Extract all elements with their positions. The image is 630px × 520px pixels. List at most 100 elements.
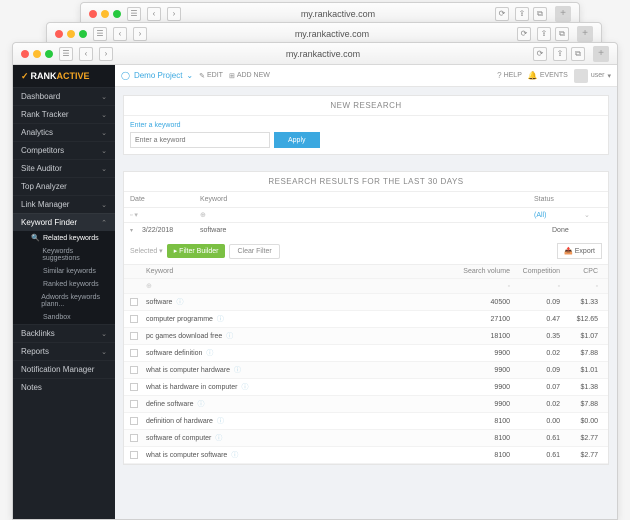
sidebar-item-keyword-finder[interactable]: Keyword Finder⌃ <box>13 213 115 231</box>
expand-icon[interactable]: ▾ <box>130 227 142 234</box>
sidebar-item-top-analyzer[interactable]: Top Analyzer <box>13 177 115 195</box>
close-window-icon[interactable] <box>21 50 29 58</box>
research-row[interactable]: ▾ 3/22/2018 software Done <box>124 223 608 238</box>
sidebar-toggle-icon[interactable]: ☰ <box>127 7 141 21</box>
info-icon[interactable]: ⓘ <box>241 384 248 391</box>
project-selector[interactable]: ◯Demo Project⌄ <box>121 71 193 80</box>
tabs-icon[interactable]: ⧉ <box>571 47 585 61</box>
col-cpc[interactable]: CPC <box>564 268 602 275</box>
row-checkbox[interactable] <box>130 315 138 323</box>
keyword-row[interactable]: what is computer hardwareⓘ99000.09$1.01 <box>124 362 608 379</box>
col-competition[interactable]: Competition <box>514 268 564 275</box>
back-icon[interactable]: ‹ <box>113 27 127 41</box>
info-icon[interactable]: ⓘ <box>217 418 224 425</box>
forward-icon[interactable]: › <box>167 7 181 21</box>
keyword-row[interactable]: define softwareⓘ99000.02$7.88 <box>124 396 608 413</box>
sidebar-item-rank-tracker[interactable]: Rank Tracker⌄ <box>13 105 115 123</box>
row-checkbox[interactable] <box>130 451 138 459</box>
export-button[interactable]: 📤Export <box>557 243 602 259</box>
keyword-row[interactable]: what is computer softwareⓘ81000.61$2.77 <box>124 447 608 464</box>
share-icon[interactable]: ⇪ <box>537 27 551 41</box>
col-status[interactable]: Status <box>534 196 584 203</box>
url-bar[interactable]: my.rankactive.com <box>187 9 489 19</box>
row-checkbox[interactable] <box>130 366 138 374</box>
filter-icon[interactable]: ⊕ <box>146 282 458 290</box>
new-tab-button[interactable]: + <box>593 46 609 62</box>
info-icon[interactable]: ⓘ <box>217 316 224 323</box>
keyword-row[interactable]: pc games download freeⓘ181000.35$1.07 <box>124 328 608 345</box>
filter-icon[interactable]: ▫ <box>514 283 564 290</box>
keyword-filter[interactable]: ⊕ <box>200 211 534 219</box>
subnav-sandbox[interactable]: Sandbox <box>13 311 115 324</box>
sidebar-item-dashboard[interactable]: Dashboard⌄ <box>13 87 115 105</box>
tabs-icon[interactable]: ⧉ <box>555 27 569 41</box>
sidebar-toggle-icon[interactable]: ☰ <box>93 27 107 41</box>
keyword-row[interactable]: definition of hardwareⓘ81000.00$0.00 <box>124 413 608 430</box>
sidebar-item-site-auditor[interactable]: Site Auditor⌄ <box>13 159 115 177</box>
help-button[interactable]: ?HELP <box>497 71 522 80</box>
info-icon[interactable]: ⓘ <box>234 367 241 374</box>
subnav-keywords-suggestions[interactable]: Keywords suggestions <box>13 245 115 265</box>
subnav-adwords-keywords-plann-[interactable]: Adwords keywords plann... <box>13 291 115 311</box>
info-icon[interactable]: ⓘ <box>197 401 204 408</box>
events-button[interactable]: 🔔EVENTS <box>528 71 568 80</box>
row-checkbox[interactable] <box>130 349 138 357</box>
sidebar-item-notification-manager[interactable]: Notification Manager <box>13 360 115 378</box>
col-search-volume[interactable]: Search volume <box>458 268 514 275</box>
sidebar-item-reports[interactable]: Reports⌄ <box>13 342 115 360</box>
col-keyword[interactable]: Keyword <box>200 196 534 203</box>
keyword-row[interactable]: softwareⓘ405000.09$1.33 <box>124 294 608 311</box>
col-keyword[interactable]: Keyword <box>146 268 458 275</box>
info-icon[interactable]: ⓘ <box>231 452 238 459</box>
date-filter[interactable]: ▫ ▾ <box>130 211 200 219</box>
keyword-row[interactable]: software of computerⓘ81000.61$2.77 <box>124 430 608 447</box>
keyword-row[interactable]: software definitionⓘ99000.02$7.88 <box>124 345 608 362</box>
share-icon[interactable]: ⇪ <box>553 47 567 61</box>
forward-icon[interactable]: › <box>99 47 113 61</box>
keyword-input[interactable] <box>130 132 270 148</box>
new-tab-button[interactable]: + <box>577 26 593 42</box>
new-tab-button[interactable]: + <box>555 6 571 22</box>
edit-button[interactable]: ✎EDIT <box>199 72 223 80</box>
row-checkbox[interactable] <box>130 298 138 306</box>
share-icon[interactable]: ⇪ <box>515 7 529 21</box>
row-checkbox[interactable] <box>130 417 138 425</box>
selected-dropdown[interactable]: Selected ▾ <box>130 247 163 255</box>
col-date[interactable]: Date <box>130 196 200 203</box>
maximize-window-icon[interactable] <box>45 50 53 58</box>
sidebar-item-backlinks[interactable]: Backlinks⌄ <box>13 324 115 342</box>
clear-filter-button[interactable]: Clear Filter <box>229 244 279 259</box>
apply-button[interactable]: Apply <box>274 132 320 148</box>
add-new-button[interactable]: ⊞ADD NEW <box>229 72 270 80</box>
filter-builder-button[interactable]: ▸ Filter Builder <box>167 244 226 258</box>
filter-icon[interactable]: ▫ <box>564 283 602 290</box>
info-icon[interactable]: ⓘ <box>206 350 213 357</box>
subnav-similar-keywords[interactable]: Similar keywords <box>13 265 115 278</box>
filter-icon[interactable]: ▫ <box>458 283 514 290</box>
sidebar-item-notes[interactable]: Notes <box>13 378 115 396</box>
forward-icon[interactable]: › <box>133 27 147 41</box>
status-filter[interactable]: (All) <box>534 212 584 219</box>
back-icon[interactable]: ‹ <box>79 47 93 61</box>
row-checkbox[interactable] <box>130 332 138 340</box>
chevron-down-icon[interactable]: ⌄ <box>584 211 602 219</box>
sidebar-toggle-icon[interactable]: ☰ <box>59 47 73 61</box>
url-bar[interactable]: my.rankactive.com <box>153 29 511 39</box>
sidebar-item-competitors[interactable]: Competitors⌄ <box>13 141 115 159</box>
row-checkbox[interactable] <box>130 400 138 408</box>
info-icon[interactable]: ⓘ <box>176 299 183 306</box>
subnav-ranked-keywords[interactable]: Ranked keywords <box>13 278 115 291</box>
reload-icon[interactable]: ⟳ <box>533 47 547 61</box>
row-checkbox[interactable] <box>130 383 138 391</box>
back-icon[interactable]: ‹ <box>147 7 161 21</box>
minimize-window-icon[interactable] <box>33 50 41 58</box>
info-icon[interactable]: ⓘ <box>226 333 233 340</box>
row-checkbox[interactable] <box>130 434 138 442</box>
reload-icon[interactable]: ⟳ <box>495 7 509 21</box>
reload-icon[interactable]: ⟳ <box>517 27 531 41</box>
keyword-row[interactable]: computer programmeⓘ271000.47$12.65 <box>124 311 608 328</box>
sidebar-item-analytics[interactable]: Analytics⌄ <box>13 123 115 141</box>
url-bar[interactable]: my.rankactive.com <box>119 49 527 59</box>
keyword-row[interactable]: what is hardware in computerⓘ99000.07$1.… <box>124 379 608 396</box>
subnav-related-keywords[interactable]: 🔍Related keywords <box>13 231 115 245</box>
